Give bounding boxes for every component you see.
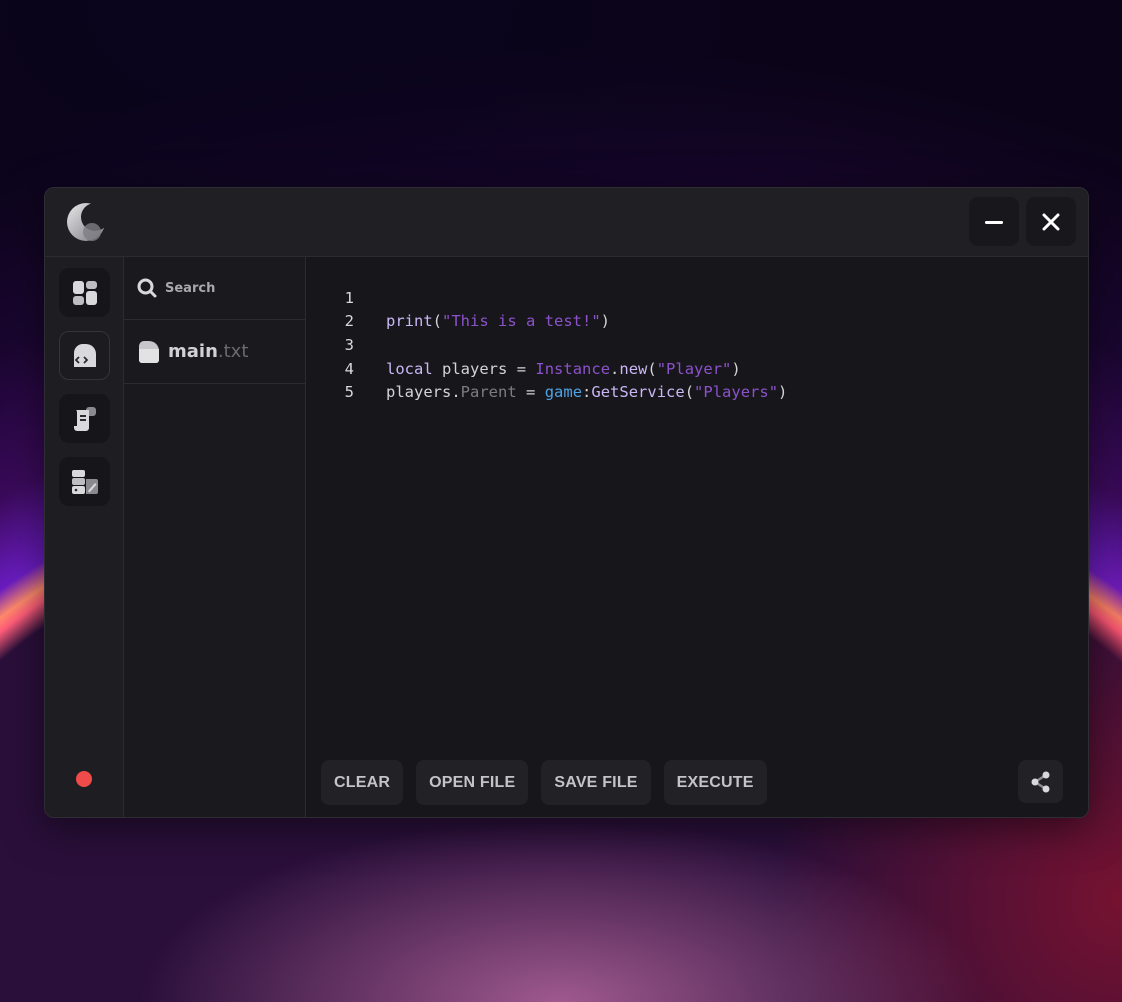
code-line: 1 print("This is a test!"): [306, 263, 1088, 331]
dashboard-icon: [72, 280, 97, 305]
minimize-button[interactable]: [969, 197, 1019, 246]
search-icon: [137, 278, 157, 298]
file-name: main: [168, 341, 218, 362]
share-icon: [1031, 771, 1049, 792]
sidebar-item-scripts[interactable]: [59, 394, 110, 443]
close-button[interactable]: [1026, 197, 1076, 246]
sidebar-item-editor[interactable]: [59, 331, 110, 380]
title-bar[interactable]: [45, 188, 1088, 257]
code-line: 5: [306, 358, 1088, 401]
action-bar: CLEAR OPEN FILE SAVE FILE EXECUTE: [321, 760, 767, 805]
code-area[interactable]: 1 print("This is a test!") 2 3 local pla…: [306, 263, 1088, 402]
clear-button[interactable]: CLEAR: [321, 760, 404, 805]
code-line: 4 players.Parent = game:GetService("Play…: [306, 334, 1088, 402]
line-number: 5: [344, 383, 354, 402]
save-file-button[interactable]: SAVE FILE: [541, 760, 651, 805]
code-editor[interactable]: 1 print("This is a test!") 2 3 local pla…: [306, 257, 1088, 817]
code-line: 2: [306, 287, 1088, 330]
file-icon: [139, 340, 159, 363]
moon-logo-icon: [67, 203, 107, 241]
share-button[interactable]: [1018, 760, 1063, 803]
storage-edit-icon: [71, 469, 98, 494]
execute-button[interactable]: EXECUTE: [663, 760, 767, 805]
script-scroll-icon: [73, 406, 96, 431]
sidebar-item-dashboard[interactable]: [59, 268, 110, 317]
sidebar-item-settings[interactable]: [59, 457, 110, 506]
file-explorer: Search main.txt: [124, 257, 306, 817]
sidebar: [45, 257, 124, 817]
search-bar[interactable]: Search: [124, 257, 305, 320]
file-extension: .txt: [217, 341, 249, 362]
file-item-main[interactable]: main.txt: [124, 320, 305, 384]
app-window: Search main.txt 1 print("This is a test!…: [44, 187, 1089, 818]
close-icon: [1042, 213, 1060, 230]
code-line: 3 local players = Instance.new("Player"): [306, 310, 1088, 378]
minimize-icon: [985, 220, 1003, 224]
open-file-button[interactable]: OPEN FILE: [416, 760, 529, 805]
status-indicator: [76, 771, 92, 787]
code-editor-icon: [73, 343, 96, 367]
search-label: Search: [165, 280, 216, 296]
code-text: players.Parent = game:GetService("Player…: [386, 383, 788, 402]
